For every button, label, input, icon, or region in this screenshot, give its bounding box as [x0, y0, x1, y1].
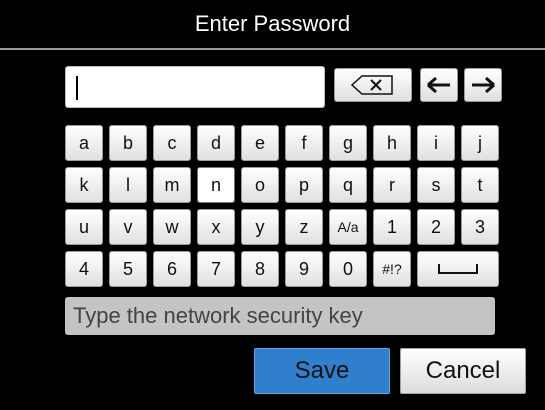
backspace-key[interactable] — [334, 68, 412, 102]
key-n[interactable]: n — [197, 167, 235, 203]
key-i[interactable]: i — [417, 125, 455, 161]
key-0[interactable]: 0 — [329, 251, 367, 287]
title-divider — [0, 48, 545, 50]
key-3[interactable]: 3 — [461, 209, 499, 245]
dialog-title: Enter Password — [194, 11, 351, 36]
key-8[interactable]: 8 — [241, 251, 279, 287]
key-w[interactable]: w — [153, 209, 191, 245]
symbols-key[interactable]: #!? — [373, 251, 411, 287]
key-9[interactable]: 9 — [285, 251, 323, 287]
key-g[interactable]: g — [329, 125, 367, 161]
cancel-button[interactable]: Cancel — [400, 348, 526, 394]
key-6[interactable]: 6 — [153, 251, 191, 287]
key-x[interactable]: x — [197, 209, 235, 245]
key-o[interactable]: o — [241, 167, 279, 203]
key-e[interactable]: e — [241, 125, 279, 161]
key-f[interactable]: f — [285, 125, 323, 161]
key-z[interactable]: z — [285, 209, 323, 245]
space-icon — [438, 264, 478, 274]
key-m[interactable]: m — [153, 167, 191, 203]
left-arrow-key[interactable] — [420, 68, 458, 102]
key-4[interactable]: 4 — [65, 251, 103, 287]
key-b[interactable]: b — [109, 125, 147, 161]
key-q[interactable]: q — [329, 167, 367, 203]
security-key-hint: Type the network security key — [65, 297, 495, 335]
key-7[interactable]: 7 — [197, 251, 235, 287]
left-arrow-icon — [427, 76, 450, 94]
key-t[interactable]: t — [461, 167, 499, 203]
key-k[interactable]: k — [65, 167, 103, 203]
text-caret — [76, 76, 78, 100]
key-c[interactable]: c — [153, 125, 191, 161]
space-key[interactable] — [417, 251, 499, 287]
key-y[interactable]: y — [241, 209, 279, 245]
key-1[interactable]: 1 — [373, 209, 411, 245]
key-j[interactable]: j — [461, 125, 499, 161]
key-r[interactable]: r — [373, 167, 411, 203]
key-2[interactable]: 2 — [417, 209, 455, 245]
key-d[interactable]: d — [197, 125, 235, 161]
right-arrow-icon — [472, 76, 495, 94]
backspace-icon — [350, 75, 393, 95]
key-u[interactable]: u — [65, 209, 103, 245]
shift-key[interactable]: A/a — [329, 209, 367, 245]
password-input[interactable] — [65, 66, 325, 108]
right-arrow-key[interactable] — [464, 68, 502, 102]
key-h[interactable]: h — [373, 125, 411, 161]
key-a[interactable]: a — [65, 125, 103, 161]
key-p[interactable]: p — [285, 167, 323, 203]
key-s[interactable]: s — [417, 167, 455, 203]
key-v[interactable]: v — [109, 209, 147, 245]
key-5[interactable]: 5 — [109, 251, 147, 287]
key-l[interactable]: l — [109, 167, 147, 203]
save-button[interactable]: Save — [254, 348, 390, 394]
